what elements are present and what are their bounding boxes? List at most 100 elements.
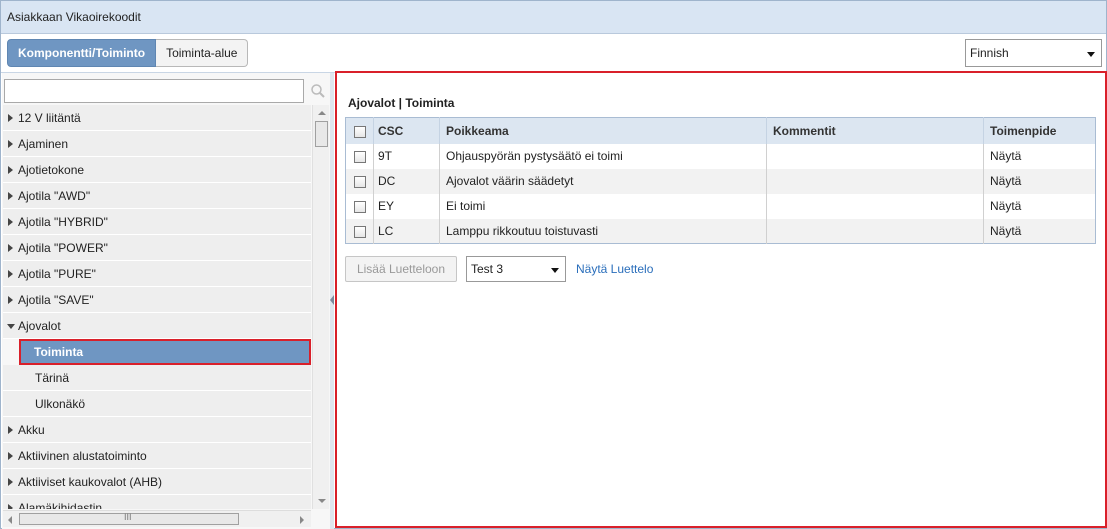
cell-kommentit [766,168,984,194]
tree-item[interactable]: Toiminta [19,339,311,365]
tree-item[interactable]: Alamäkihidastin [3,495,311,509]
select-all-checkbox[interactable] [354,125,366,138]
row-checkbox[interactable] [354,150,366,163]
collapsed-arrow-icon[interactable] [8,218,13,226]
component-tree-panel: 12 V liitäntä Ajaminen Ajotietokone Ajotila… [2,73,330,529]
app-window: Asiakkaan Vikaoirekoodit Komponentti/Toi… [0,0,1107,529]
tree-item[interactable]: Akku [3,417,311,443]
show-list-link[interactable]: Näytä Luettelo [576,262,653,276]
tree-item[interactable]: Tärinä [3,365,311,391]
table-row[interactable]: LC Lamppu rikkoutuu toistuvasti Näytä [345,218,1096,244]
fault-code-panel: Ajovalot | Toiminta CSC Poikkeama Kommen… [335,71,1107,528]
tree-item[interactable]: Ajotila "AWD" [3,183,311,209]
tree-item-label: Aktiivinen alustatoiminto [18,449,147,463]
table-row[interactable]: EY Ei toimi Näytä [345,193,1096,219]
tree-item-label: Ajotila "PURE" [18,267,96,281]
cell-csc: DC [373,168,440,194]
tree-item[interactable]: Ajotila "HYBRID" [3,209,311,235]
cell-toimenpide: Näytä [990,149,1022,163]
tab-komponentti-toiminto[interactable]: Komponentti/Toiminto [7,39,157,67]
list-select[interactable]: Test 3 [466,256,566,282]
add-to-list-button[interactable]: Lisää Luetteloon [345,256,457,282]
collapsed-arrow-icon[interactable] [8,192,13,200]
table-row[interactable]: 9T Ohjauspyörän pystysäätö ei toimi Näytä [345,143,1096,169]
tree-item[interactable]: Ajotila "PURE" [3,261,311,287]
scroll-up-icon[interactable] [318,111,326,115]
list-select-value: Test 3 [471,262,504,276]
row-checkbox-cell [345,168,374,194]
language-select-value: Finnish [970,46,1009,60]
scroll-right-icon[interactable] [300,516,304,524]
cell-toimenpide: Näytä [983,218,1096,244]
tree-item-label: Ajotila "POWER" [18,241,108,255]
tree-item-label: Ajotila "AWD" [18,189,91,203]
cell-kommentit [766,218,984,244]
cell-csc: 9T [373,143,440,169]
search-button[interactable] [307,79,329,103]
collapsed-arrow-icon[interactable] [8,296,13,304]
hscroll-grip: III [124,512,132,522]
scroll-left-icon[interactable] [8,516,12,524]
tree-item[interactable]: Ajotietokone [3,157,311,183]
chevron-down-icon [1087,52,1095,57]
chevron-down-icon [551,268,559,273]
collapsed-arrow-icon[interactable] [8,504,13,509]
cell-poikkeama: Ohjauspyörän pystysäätö ei toimi [439,143,767,169]
column-header-kommentit[interactable]: Kommentit [766,117,984,144]
row-checkbox[interactable] [354,200,366,213]
tree-item[interactable]: Ulkonäkö [3,391,311,417]
tree-item[interactable]: Ajaminen [3,131,311,157]
collapsed-arrow-icon[interactable] [8,270,13,278]
tree-horizontal-scrollbar[interactable]: III [3,510,311,527]
fault-code-table: CSC Poikkeama Kommentit Toimenpide 9T Ohj… [345,117,1096,244]
row-checkbox[interactable] [354,225,366,238]
table-header-row: CSC Poikkeama Kommentit Toimenpide [345,117,1096,144]
table-row[interactable]: DC Ajovalot väärin säädetyt Näytä [345,168,1096,194]
tree-item-label: Ajotila "SAVE" [18,293,94,307]
select-all-cell [345,117,374,144]
expanded-arrow-icon[interactable] [7,324,15,329]
tree-item-label: Akku [18,423,45,437]
collapsed-arrow-icon[interactable] [8,452,13,460]
cell-kommentit [766,193,984,219]
tree-item[interactable]: Ajotila "POWER" [3,235,311,261]
tab-toiminta-alue[interactable]: Toiminta-alue [156,39,249,67]
language-select[interactable]: Finnish [965,39,1102,67]
tree-item-label: Ajaminen [18,137,69,151]
tree-vertical-scrollbar[interactable] [312,105,329,509]
tree-search-input[interactable] [4,79,304,103]
collapse-left-icon[interactable] [330,295,334,305]
scroll-thumb[interactable] [315,121,328,147]
title-bar: Asiakkaan Vikaoirekoodit [1,1,1106,34]
column-header-poikkeama[interactable]: Poikkeama [439,117,767,144]
tree-item-label: 12 V liitäntä [18,111,81,125]
collapsed-arrow-icon[interactable] [8,478,13,486]
row-checkbox[interactable] [354,175,366,188]
cell-kommentit [766,143,984,169]
tree-item[interactable]: Ajotila "SAVE" [3,287,311,313]
column-header-csc[interactable]: CSC [373,117,440,144]
collapsed-arrow-icon[interactable] [8,114,13,122]
window-title: Asiakkaan Vikaoirekoodit [7,10,141,24]
cell-poikkeama: Ajovalot väärin säädetyt [439,168,767,194]
tree-item[interactable]: Aktiivinen alustatoiminto [3,443,311,469]
collapsed-arrow-icon[interactable] [8,426,13,434]
tree-item[interactable]: Ajovalot [3,313,311,339]
cell-toimenpide: Näytä [983,168,1096,194]
column-header-toimenpide[interactable]: Toimenpide [983,117,1096,144]
cell-poikkeama: Lamppu rikkoutuu toistuvasti [439,218,767,244]
collapsed-arrow-icon[interactable] [8,140,13,148]
tree-item[interactable]: Aktiiviset kaukovalot (AHB) [3,469,311,495]
row-checkbox-cell [345,193,374,219]
collapsed-arrow-icon[interactable] [8,166,13,174]
tree-item[interactable]: 12 V liitäntä [3,105,311,131]
hscroll-thumb[interactable]: III [19,512,239,525]
cell-poikkeama: Ei toimi [439,193,767,219]
panel-splitter[interactable] [330,73,334,529]
section-title: Ajovalot | Toiminta [348,96,455,110]
collapsed-arrow-icon[interactable] [8,244,13,252]
tree-item-label: Aktiiviset kaukovalot (AHB) [18,475,163,489]
tree-item-label: Ajotietokone [18,163,85,177]
scroll-down-icon[interactable] [318,499,326,503]
view-tabs: Komponentti/Toiminto Toiminta-alue [7,39,249,67]
